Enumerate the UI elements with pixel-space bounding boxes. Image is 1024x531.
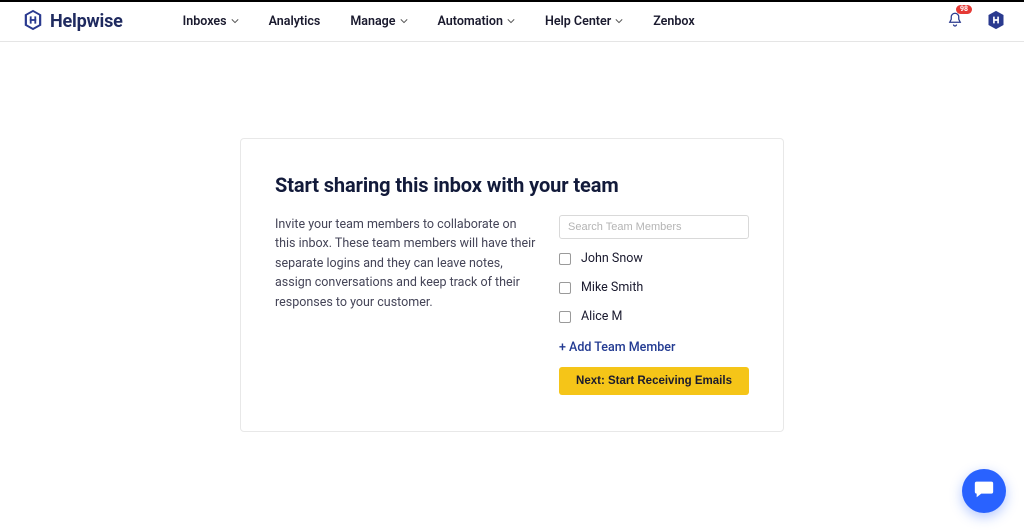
card-title: Start sharing this inbox with your team [275,173,749,197]
brand-logo-icon [22,9,44,35]
nav-zenbox[interactable]: Zenbox [653,14,694,29]
chevron-down-icon [400,14,408,29]
member-row[interactable]: Alice M [559,309,749,324]
brand-logo[interactable]: Helpwise [22,9,123,35]
checkbox[interactable] [559,311,571,323]
stage: Start sharing this inbox with your team … [0,42,1024,432]
member-row[interactable]: John Snow [559,251,749,266]
brand-name: Helpwise [50,11,123,32]
nav-label: Manage [350,14,395,29]
notification-badge: 98 [956,5,972,14]
member-row[interactable]: Mike Smith [559,280,749,295]
bell-icon [946,14,964,33]
nav-label: Help Center [545,14,611,29]
checkbox[interactable] [559,253,571,265]
add-team-member-link[interactable]: + Add Team Member [559,340,749,355]
nav-help-center[interactable]: Help Center [545,14,623,29]
chevron-down-icon [231,14,239,29]
notifications-button[interactable]: 98 [946,11,964,33]
share-inbox-card: Start sharing this inbox with your team … [240,138,784,432]
chat-icon [973,478,995,504]
nav-manage[interactable]: Manage [350,14,407,29]
nav-label: Analytics [269,14,321,29]
chevron-down-icon [507,14,515,29]
nav-analytics[interactable]: Analytics [269,14,321,29]
member-name: John Snow [581,251,643,266]
topbar-right: 98 [946,10,1006,34]
nav-label: Zenbox [653,14,694,29]
nav-label: Automation [438,14,503,29]
next-button[interactable]: Next: Start Receiving Emails [559,367,749,395]
card-body: Invite your team members to collaborate … [275,215,749,395]
checkbox[interactable] [559,282,571,294]
main-nav: Inboxes Analytics Manage Automation Help… [183,14,695,29]
chevron-down-icon [615,14,623,29]
nav-inboxes[interactable]: Inboxes [183,14,239,29]
nav-label: Inboxes [183,14,227,29]
chat-launcher[interactable] [962,469,1006,513]
top-nav: Helpwise Inboxes Analytics Manage Automa… [0,0,1024,42]
member-name: Mike Smith [581,280,643,295]
brand-mark-icon[interactable] [986,10,1006,34]
member-name: Alice M [581,309,622,324]
nav-automation[interactable]: Automation [438,14,515,29]
search-team-input[interactable] [559,215,749,239]
team-select-column: John Snow Mike Smith Alice M + Add Team … [559,215,749,395]
card-description: Invite your team members to collaborate … [275,215,537,395]
